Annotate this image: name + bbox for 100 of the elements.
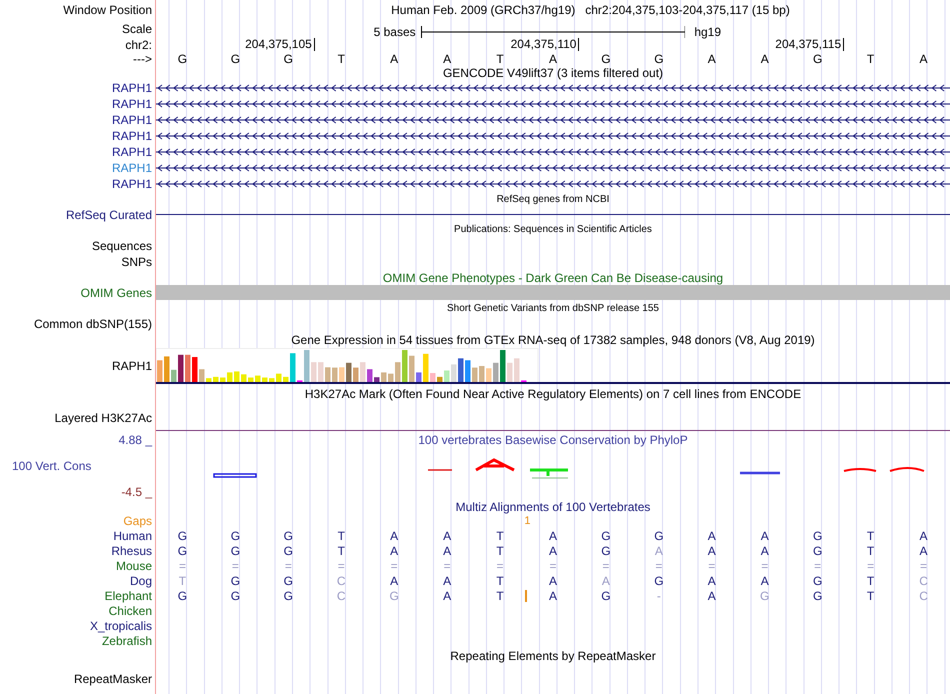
- coordinate-label: 204,375,105: [245, 38, 315, 51]
- base-letter: A: [920, 544, 928, 556]
- track-label[interactable]: SNPs: [121, 256, 152, 268]
- gene-label[interactable]: RAPH1: [112, 98, 152, 110]
- track-label[interactable]: RefSeq Curated: [66, 208, 152, 220]
- gene-label[interactable]: RAPH1: [112, 130, 152, 142]
- base-letter: =: [444, 560, 451, 572]
- track-label[interactable]: Common dbSNP(155): [34, 318, 152, 330]
- base-letter: A: [602, 574, 610, 586]
- base-letter: A: [708, 574, 716, 586]
- base-letter: T: [866, 530, 874, 542]
- base-letter: -: [656, 590, 661, 602]
- species-label[interactable]: Elephant: [104, 590, 152, 602]
- track-title: Multiz Alignments of 100 Vertebrates: [456, 501, 650, 513]
- track-title: Short Genetic Variants from dbSNP release 155: [447, 304, 659, 314]
- row-label[interactable]: Window Position: [63, 4, 152, 16]
- base-letter: =: [761, 560, 768, 572]
- species-label[interactable]: X_tropicalis: [90, 620, 152, 632]
- base-letter: =: [390, 560, 398, 572]
- gene-label[interactable]: RAPH1: [112, 82, 152, 94]
- species-label[interactable]: Zebrafish: [102, 634, 152, 646]
- base-letter: T: [496, 53, 504, 65]
- axis-min-label: -4.5 _: [121, 486, 152, 498]
- base-letter: A: [760, 544, 769, 556]
- base-letter: A: [390, 544, 398, 556]
- base-letter: C: [336, 590, 346, 602]
- base-letter: C: [919, 574, 928, 586]
- base-letter: =: [867, 560, 874, 572]
- base-letter: T: [866, 590, 874, 602]
- species-label[interactable]: Human: [113, 530, 152, 542]
- base-letter: G: [601, 590, 611, 602]
- base-letter: =: [496, 560, 504, 572]
- base-letter: =: [655, 560, 662, 572]
- gene-label[interactable]: RAPH1: [112, 162, 152, 174]
- base-letter: =: [284, 560, 292, 572]
- base-letter: G: [654, 530, 664, 542]
- track-label[interactable]: OMIM Genes: [80, 287, 152, 299]
- track-label[interactable]: 100 Vert. Cons: [0, 460, 92, 472]
- track-title: 100 vertebrates Basewise Conservation by PhyloP: [418, 434, 688, 446]
- base-letter: A: [443, 544, 452, 556]
- species-label[interactable]: Rhesus: [111, 544, 152, 556]
- track-title: GENCODE V49lift37 (3 items filtered out): [442, 67, 664, 79]
- base-letter: G: [654, 53, 664, 65]
- base-letter: T: [338, 544, 345, 556]
- track-title: Repeating Elements by RepeatMasker: [450, 650, 656, 662]
- base-letter: =: [920, 560, 928, 572]
- insertion-mark: [525, 590, 527, 602]
- position-text: chr2:204,375,103-204,375,117 (15 bp): [585, 2, 790, 19]
- base-letter: G: [284, 530, 293, 542]
- track-title: H3K27Ac Mark (Often Found Near Active Regulatory Elements) on 7 cell lines from ENCODE: [304, 388, 802, 400]
- track-label[interactable]: Sequences: [92, 240, 152, 252]
- species-label[interactable]: Dog: [130, 574, 152, 586]
- gene-label[interactable]: RAPH1: [112, 146, 152, 158]
- gene-label[interactable]: RAPH1: [112, 114, 152, 126]
- row-label[interactable]: chr2:: [125, 38, 152, 50]
- base-letter: G: [284, 53, 293, 65]
- base-letter: A: [548, 544, 557, 556]
- base-letter: G: [812, 590, 822, 602]
- base-letter: A: [920, 530, 928, 542]
- species-label[interactable]: Mouse: [116, 560, 152, 572]
- base-letter: =: [814, 560, 822, 572]
- base-letter: A: [443, 590, 452, 602]
- base-letter: G: [230, 53, 240, 65]
- row-label[interactable]: --->: [133, 53, 152, 65]
- base-letter: A: [390, 53, 398, 65]
- base-letter: G: [178, 544, 188, 556]
- track-title: Gene Expression in 54 tissues from GTEx RNA-seq of 17382 samples, 948 donors (V8, Aug 2019): [291, 334, 815, 346]
- base-letter: A: [548, 590, 557, 602]
- base-letter: T: [866, 574, 874, 586]
- base-letter: A: [654, 544, 663, 556]
- track-label[interactable]: RAPH1: [112, 360, 152, 372]
- track-label[interactable]: RepeatMasker: [74, 673, 152, 685]
- base-letter: A: [708, 544, 716, 556]
- base-letter: =: [549, 560, 556, 572]
- base-letter: G: [812, 530, 822, 542]
- base-letter: G: [812, 53, 822, 65]
- base-letter: G: [601, 53, 611, 65]
- base-letter: G: [230, 574, 240, 586]
- base-letter: G: [601, 530, 611, 542]
- track-title: OMIM Gene Phenotypes - Dark Green Can Be Disease-causing: [382, 272, 724, 284]
- base-letter: A: [760, 530, 769, 542]
- base-letter: A: [443, 574, 452, 586]
- base-letter: G: [812, 574, 822, 586]
- row-label[interactable]: Scale: [122, 22, 152, 34]
- base-letter: T: [496, 544, 504, 556]
- species-label[interactable]: Chicken: [108, 604, 152, 616]
- base-letter: =: [232, 560, 239, 572]
- base-letter: T: [496, 530, 504, 542]
- base-letter: A: [760, 53, 769, 65]
- assembly-label: hg19: [694, 25, 722, 39]
- base-letter: G: [390, 590, 399, 602]
- base-letter: A: [708, 53, 716, 65]
- base-letter: A: [708, 590, 716, 602]
- base-letter: G: [760, 590, 770, 602]
- track-label[interactable]: Layered H3K27Ac: [54, 412, 152, 424]
- base-letter: A: [443, 53, 452, 65]
- base-letter: G: [284, 574, 293, 586]
- base-letter: G: [230, 544, 240, 556]
- gap-count: 1: [524, 516, 531, 526]
- gene-label[interactable]: RAPH1: [112, 178, 152, 190]
